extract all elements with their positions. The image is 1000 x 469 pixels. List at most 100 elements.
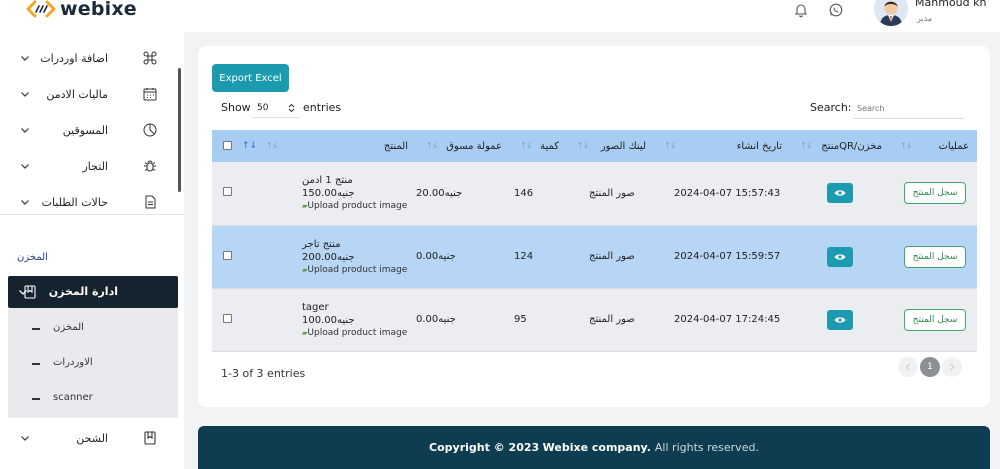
page-size-select[interactable]: 50 [253,98,299,118]
column-header-created[interactable]: ↑↓ تاريخ انشاء [654,130,790,162]
entries-label: entries [303,101,342,114]
qr-view-button[interactable] [827,183,853,204]
eye-icon [834,316,846,323]
sort-icon: ↑↓ [520,141,532,150]
sidebar-item-shipping[interactable]: الشحن [0,420,178,456]
table-header-row: ↑↓ ↑↓ المنتج ↑↓ عمولة مسوق ↑↓ كمية ↑↓ لينك ا… [212,130,977,162]
chevron-right-icon [950,363,955,371]
search-label: Search: [810,101,852,114]
sort-icon[interactable]: ↑↓ [242,141,257,151]
table-row[interactable]: tager 100.00جنيه ▰Upload product image 0… [212,288,977,352]
product-log-button[interactable]: سجل المنتج [904,182,966,205]
sidebar-item-merchants[interactable]: التجار [0,148,178,184]
chevron-down-icon [21,200,29,205]
product-name: منتج 1 ادمن [302,175,353,187]
column-header-actions[interactable]: ↑↓ عمليات [890,130,977,162]
chevron-left-icon [905,363,910,371]
pie-chart-icon [143,123,157,137]
quantity-cell: 146 [510,162,567,226]
sidebar-item-label: التجار [82,159,109,173]
sidebar-item-label: الشحن [76,431,108,445]
rights-text: All rights reserved. [654,441,759,454]
sidebar-section-title: المخزن [17,252,48,263]
user-name[interactable]: Mahmoud kh [915,0,986,9]
search-input[interactable] [853,99,965,119]
whatsapp-icon[interactable] [828,2,844,18]
sidebar-item-add-orders[interactable]: اضافة اوردرات [0,40,178,76]
pagination-info: 1-3 of 3 entries [221,367,306,380]
sidebar-item-label: المسوقين [62,123,108,137]
sidebar-item-marketers[interactable]: المسوقين [0,112,178,148]
chevron-down-icon [21,92,29,97]
submenu-item-inventory[interactable]: المخزن [8,311,178,345]
row-checkbox[interactable] [223,313,232,323]
created-cell: 2024-04-07 17:24:45 [654,288,790,352]
upload-image-link[interactable]: ▰Upload product image [302,264,408,276]
column-header-qr[interactable]: ↑↓ منتجQR/مخزن [790,130,890,162]
table-row[interactable]: منتج 1 ادمن 150.00جنيه ▰Upload product i… [212,162,977,226]
bookmark-icon [144,431,156,445]
export-excel-button[interactable]: Export Excel [212,64,289,92]
submenu-item-orders[interactable]: الاوردرات [8,346,178,380]
column-header-images-link[interactable]: ↑↓ لينك الصور [567,130,654,162]
next-page-button[interactable] [942,357,962,377]
product-log-button[interactable]: سجل المنتج [904,308,966,331]
sort-icon: ↑↓ [664,141,676,150]
chevron-down-icon [21,164,29,169]
prev-page-button[interactable] [898,357,918,377]
top-header: webixe Mahmoud kh مدير [0,0,1000,32]
qr-view-button[interactable] [827,309,853,330]
command-icon [143,51,157,65]
dash-icon [32,398,40,400]
sort-icon: ↑↓ [800,141,812,150]
submenu-item-label: scanner [53,392,93,403]
submenu-item-label: الاوردرات [53,357,93,368]
product-log-button[interactable]: سجل المنتج [904,245,966,268]
copyright-text: Copyright © 2023 [429,441,540,454]
row-checkbox[interactable] [223,250,232,260]
commission-cell: 0.00جنيه [416,288,510,352]
logo-icon [26,0,56,18]
footer: Copyright © 2023 Webixe company. All rig… [198,426,990,469]
eye-icon [834,253,846,260]
show-label: Show [221,101,251,114]
upload-image-link[interactable]: ▰Upload product image [302,200,408,212]
page-button-current[interactable]: 1 [920,357,940,377]
qr-view-button[interactable] [827,246,853,267]
images-link[interactable]: صور المنتج [567,225,654,289]
sidebar-item-admin-finance[interactable]: ماليات الادمن [0,76,178,112]
submenu-item-label: المخزن [53,322,84,333]
table-row[interactable]: منتج تاجر 200.00جنيه ▰Upload product ima… [212,225,977,289]
product-price: 100.00جنيه [302,314,355,326]
column-header-product[interactable]: ↑↓ المنتج [256,130,416,162]
chevron-down-icon [21,56,29,61]
created-cell: 2024-04-07 15:59:57 [654,225,790,289]
sort-icon: ↑↓ [426,141,438,150]
sidebar-item-label: ادارة المخزن [48,285,118,298]
images-link[interactable]: صور المنتج [567,288,654,352]
column-header-quantity[interactable]: ↑↓ كمية [510,130,567,162]
images-link[interactable]: صور المنتج [567,162,654,226]
avatar[interactable] [874,0,908,26]
sidebar-item-label: ماليات الادمن [46,87,108,101]
logo[interactable]: webixe [26,0,137,20]
bell-icon[interactable] [793,2,809,18]
page-size-value: 50 [257,102,269,113]
dash-icon [32,363,40,365]
select-all-header[interactable]: ↑↓ [212,130,257,162]
sidebar-divider [0,214,184,215]
chevron-down-icon [21,436,29,441]
eye-icon [834,190,846,196]
calendar-icon [143,88,157,101]
bug-icon [144,160,156,172]
product-price: 200.00جنيه [302,251,355,263]
sidebar-scrollbar[interactable] [178,68,181,192]
product-name: منتج تاجر [302,238,341,250]
select-all-checkbox[interactable] [223,141,232,150]
column-header-commission[interactable]: ↑↓ عمولة مسوق [416,130,510,162]
submenu-item-scanner[interactable]: scanner [8,381,178,415]
row-checkbox[interactable] [223,187,232,197]
upload-image-link[interactable]: ▰Upload product image [302,327,408,339]
sidebar-item-inventory-management[interactable]: ادارة المخزن [8,276,178,308]
brand-name: webixe [60,0,137,20]
